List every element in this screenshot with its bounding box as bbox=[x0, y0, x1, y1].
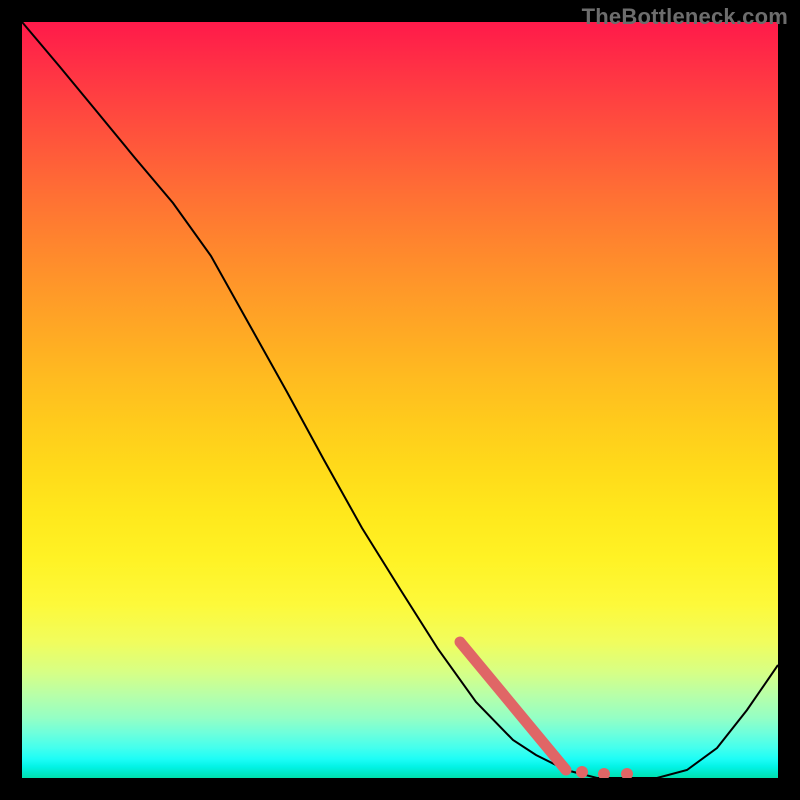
gradient-plot-area bbox=[22, 22, 778, 778]
chart-container: TheBottleneck.com bbox=[0, 0, 800, 800]
watermark-text: TheBottleneck.com bbox=[582, 4, 788, 30]
